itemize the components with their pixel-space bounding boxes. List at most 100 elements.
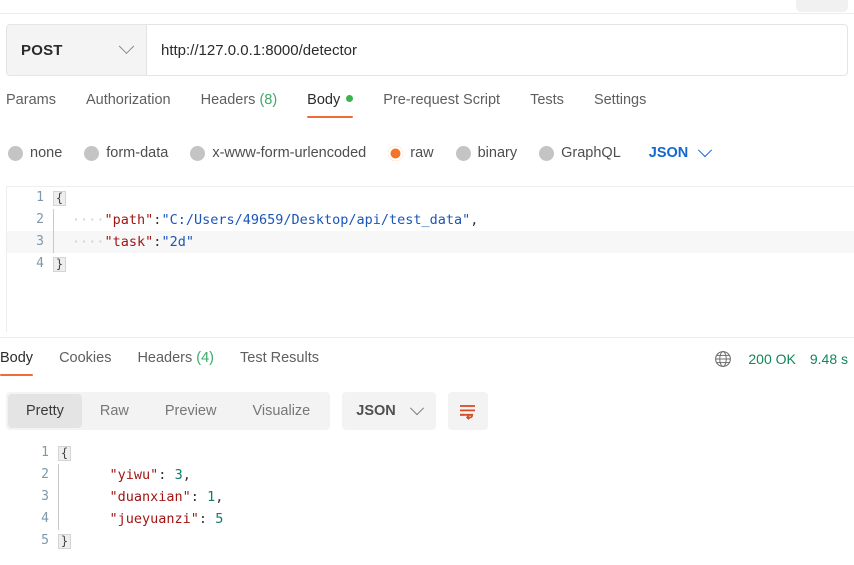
request-tab-headers[interactable]: Headers (8) xyxy=(201,90,278,118)
request-tab-settings[interactable]: Settings xyxy=(594,90,646,118)
code-line: 4} xyxy=(7,253,854,275)
response-view-mode-group: Pretty Raw Preview Visualize xyxy=(6,392,331,430)
indent: ···· xyxy=(72,234,105,250)
line-number: 2 xyxy=(36,212,44,227)
json-colon: : xyxy=(198,511,216,527)
body-type-label: form-data xyxy=(106,145,169,161)
json-key: "yiwu" xyxy=(109,467,159,483)
request-tab-tests[interactable]: Tests xyxy=(530,90,564,118)
response-tab-test-results[interactable]: Test Results xyxy=(240,348,319,376)
radio-icon xyxy=(539,145,555,161)
body-type-form-data[interactable]: form-data xyxy=(84,145,168,161)
json-value: 5 xyxy=(215,511,224,527)
tab-label: Settings xyxy=(593,92,647,108)
response-tab-headers[interactable]: Headers (4) xyxy=(137,348,214,376)
line-number: 5 xyxy=(41,533,49,548)
tab-label: Body xyxy=(307,92,341,108)
response-format-dropdown[interactable]: JSON xyxy=(342,392,436,430)
json-comma: , xyxy=(470,212,479,228)
code-line: 2 ····"path":"C:/Users/49659/Desktop/api/… xyxy=(7,209,854,231)
json-key: "task" xyxy=(104,234,154,250)
radio-icon xyxy=(8,145,23,161)
line-number: 1 xyxy=(36,190,44,205)
json-value: "2d" xyxy=(161,234,194,250)
tab-count: (8) xyxy=(255,92,278,108)
request-body-editor[interactable]: 1{2 ····"path":"C:/Users/49659/Desktop/ap… xyxy=(6,186,854,332)
url-value: http://127.0.0.1:8000/detector xyxy=(161,41,357,59)
fold-marker-icon[interactable]: { xyxy=(58,445,71,461)
json-key: "path" xyxy=(104,212,154,228)
json-comma: , xyxy=(215,489,224,505)
status-code-label: 200 OK xyxy=(748,351,796,367)
response-view-visualize[interactable]: Visualize xyxy=(234,394,328,428)
http-method-label: POST xyxy=(21,41,63,59)
request-tab-pre-request-script[interactable]: Pre-request Script xyxy=(383,90,500,118)
wrap-lines-icon xyxy=(459,405,475,420)
code-text: "duanxian": 1, xyxy=(71,486,224,508)
code-text: "jueyuanzi": 5 xyxy=(71,508,224,530)
request-tab-body[interactable]: Body xyxy=(307,90,354,118)
wrap-lines-button[interactable] xyxy=(447,392,488,430)
json-value: 1 xyxy=(207,489,216,505)
response-tab-body[interactable]: Body xyxy=(0,348,34,376)
radio-icon xyxy=(190,145,206,161)
top-divider xyxy=(0,13,854,14)
indent-guide xyxy=(53,231,66,253)
code-line: 1{ xyxy=(7,187,854,209)
code-line: 3 ····"task":"2d" xyxy=(7,231,854,253)
response-body-editor[interactable]: 1{2 "yiwu": 3, 3 "duanxian": 1, 4 "jueyuan… xyxy=(6,442,854,565)
tab-label: Authorization xyxy=(85,92,171,108)
unsaved-dot-icon xyxy=(346,95,354,102)
tab-label: Body xyxy=(0,350,34,366)
raw-format-label: JSON xyxy=(648,145,689,161)
indent-guide xyxy=(58,464,71,486)
line-number: 3 xyxy=(41,489,49,504)
http-method-dropdown[interactable]: POST xyxy=(7,25,147,75)
code-line: 4 "jueyuanzi": 5 xyxy=(6,508,854,530)
response-view-raw[interactable]: Raw xyxy=(82,394,147,428)
code-text: ····"task":"2d" xyxy=(66,231,194,253)
line-number: 4 xyxy=(41,511,49,526)
tab-label: Headers xyxy=(200,92,256,108)
json-comma: , xyxy=(182,467,191,483)
body-type-graphql[interactable]: GraphQL xyxy=(539,145,621,161)
tab-label: Cookies xyxy=(59,350,112,366)
body-type-radio-group: none form-data x-www-form-urlencoded raw bin… xyxy=(8,138,850,168)
globe-icon xyxy=(715,351,732,367)
request-tab-params[interactable]: Params xyxy=(6,90,56,118)
code-line: 3 "duanxian": 1, xyxy=(6,486,854,508)
code-line: 1{ xyxy=(6,442,854,464)
body-type-raw[interactable]: raw xyxy=(388,145,434,161)
body-type-label: raw xyxy=(410,145,434,161)
body-type-none[interactable]: none xyxy=(8,145,62,161)
response-view-preview[interactable]: Preview xyxy=(147,394,235,428)
fold-marker-icon[interactable]: } xyxy=(58,533,71,549)
body-type-x-www-form-urlencoded[interactable]: x-www-form-urlencoded xyxy=(190,145,366,161)
request-tab-authorization[interactable]: Authorization xyxy=(86,90,171,118)
tab-label: Test Results xyxy=(240,350,319,366)
code-line: 5} xyxy=(6,530,854,552)
top-partial-button[interactable] xyxy=(796,0,848,12)
window-top-bar xyxy=(0,0,854,14)
tab-label: Tests xyxy=(530,92,564,108)
raw-format-dropdown[interactable]: JSON xyxy=(648,143,713,161)
line-number: 3 xyxy=(36,234,44,249)
json-value: 3 xyxy=(174,467,183,483)
chevron-down-icon xyxy=(698,143,713,158)
body-type-binary[interactable]: binary xyxy=(455,145,517,161)
tab-count: (4) xyxy=(192,350,215,366)
tab-label: Pre-request Script xyxy=(383,92,501,108)
radio-icon xyxy=(84,145,100,161)
json-value: "C:/Users/49659/Desktop/api/test_data" xyxy=(161,212,471,228)
response-tab-cookies[interactable]: Cookies xyxy=(59,348,111,376)
url-input[interactable]: http://127.0.0.1:8000/detector xyxy=(147,25,847,75)
response-status-area: 200 OK 9.48 s xyxy=(714,350,848,368)
fold-marker-icon[interactable]: { xyxy=(53,190,66,206)
body-type-label: none xyxy=(30,145,63,161)
code-line: 2 "yiwu": 3, xyxy=(6,464,854,486)
indent: ···· xyxy=(72,212,105,228)
response-view-pretty[interactable]: Pretty xyxy=(8,394,82,428)
json-key: "jueyuanzi" xyxy=(109,511,199,527)
fold-marker-icon[interactable]: } xyxy=(53,256,66,272)
